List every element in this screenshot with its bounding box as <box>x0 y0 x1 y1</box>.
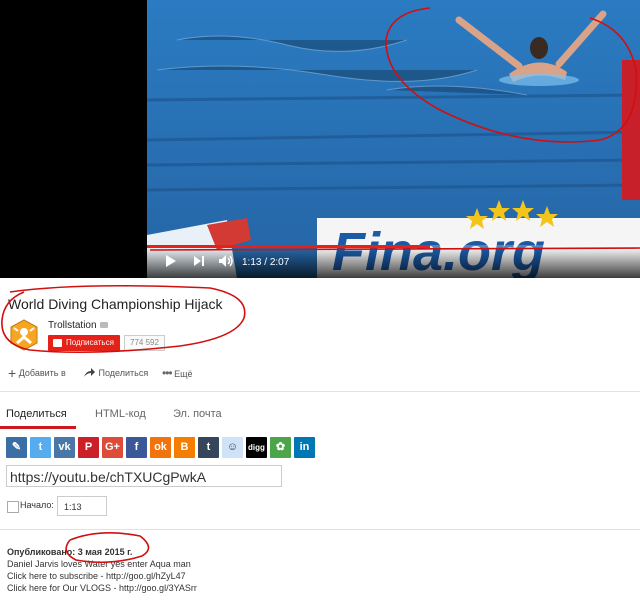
time-separator: / <box>261 257 270 268</box>
pool-scene: Fina.org <box>147 0 640 278</box>
channel-name[interactable]: Trollstation <box>48 320 108 331</box>
add-to-label: Добавить в <box>18 368 66 378</box>
subscribe-button[interactable]: Подписаться <box>48 335 120 351</box>
player-controls: 1:13 / 2:07 <box>147 248 640 278</box>
tumblr-share-icon[interactable]: t <box>198 437 219 458</box>
more-button[interactable]: ••• Ещё <box>162 367 193 380</box>
digg-share-icon[interactable]: digg <box>246 437 267 458</box>
facebook-share-icon[interactable]: f <box>126 437 147 458</box>
next-icon[interactable] <box>193 254 205 273</box>
start-at-checkbox[interactable] <box>7 501 19 513</box>
video-description: Опубликовано: 3 мая 2015 г. Daniel Jarvi… <box>0 530 640 603</box>
subscribe-label: Подписаться <box>66 338 114 347</box>
time-total: 2:07 <box>269 257 290 268</box>
time-current: 1:13 <box>242 257 262 268</box>
start-at-label: Начало: <box>20 500 54 510</box>
stumbleupon-share-icon[interactable]: ✿ <box>270 437 291 458</box>
linkedin-share-icon[interactable]: in <box>294 437 315 458</box>
tab-share[interactable]: Поделиться <box>6 408 67 420</box>
youtube-logo-icon <box>53 339 62 347</box>
active-tab-indicator <box>0 426 76 429</box>
share-button[interactable]: Поделиться <box>83 367 148 381</box>
publish-date: Опубликовано: 3 мая 2015 г. <box>7 547 133 557</box>
share-panel: Поделиться HTML-код Эл. почта ✎ t vk P G+ f ok… <box>0 392 640 530</box>
time-display: 1:13 / 2:07 <box>242 254 289 272</box>
plus-icon: + <box>8 365 17 381</box>
volume-icon[interactable] <box>218 254 234 273</box>
video-info: World Diving Championship Hijack Trollst… <box>0 278 640 392</box>
reddit-share-icon[interactable]: ☺ <box>222 437 243 458</box>
verified-icon <box>99 322 108 329</box>
more-label: Ещё <box>174 369 193 379</box>
description-line: Daniel Jarvis loves Water yes enter Aqua… <box>7 559 191 569</box>
add-to-button[interactable]: + Добавить в <box>8 365 66 381</box>
share-arrow-icon <box>83 368 96 380</box>
odnoklassniki-share-icon[interactable]: ok <box>150 437 171 458</box>
description-line: Click here to subscribe - http://goo.gl/… <box>7 571 186 581</box>
blogger-share-icon[interactable]: B <box>174 437 195 458</box>
video-player[interactable]: Fina.org 1:13 / 2:07 <box>0 0 640 278</box>
description-line: Click here for Our VLOGS - http://goo.gl… <box>7 583 197 593</box>
google-plus-share-icon[interactable]: G+ <box>102 437 123 458</box>
play-icon[interactable] <box>165 254 177 273</box>
subscriber-count: 774 592 <box>124 335 165 351</box>
blogger-post-share-icon[interactable]: ✎ <box>6 437 27 458</box>
start-at-input[interactable]: 1:13 <box>57 496 107 516</box>
share-label: Поделиться <box>98 368 149 378</box>
pinterest-share-icon[interactable]: P <box>78 437 99 458</box>
video-title: World Diving Championship Hijack <box>8 296 223 312</box>
tab-embed[interactable]: HTML-код <box>95 408 146 420</box>
vk-share-icon[interactable]: vk <box>54 437 75 458</box>
twitter-share-icon[interactable]: t <box>30 437 51 458</box>
tab-email[interactable]: Эл. почта <box>173 408 222 420</box>
more-dots-icon: ••• <box>162 366 173 380</box>
channel-avatar[interactable] <box>8 319 40 351</box>
channel-name-label[interactable]: Trollstation <box>48 320 97 331</box>
video-frame[interactable]: Fina.org <box>147 0 640 278</box>
share-url-input[interactable]: https://youtu.be/chTXUCgPwkA <box>6 465 282 487</box>
